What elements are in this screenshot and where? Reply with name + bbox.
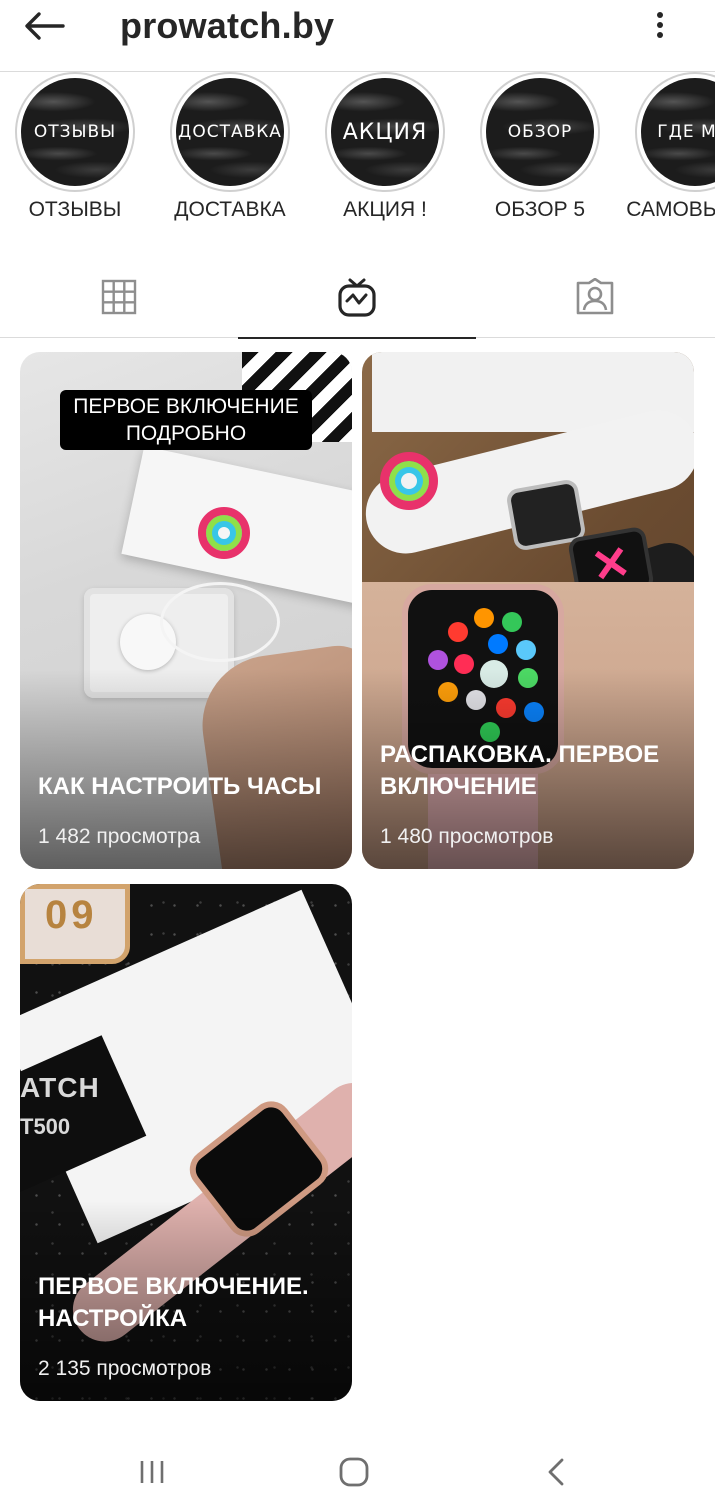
top-bar: prowatch.by (0, 0, 715, 72)
recents-button[interactable] (132, 1454, 172, 1490)
profile-tabs (0, 255, 715, 339)
igtv-video-card[interactable]: ✕ РАСПАКОВКА. ПЕРВОЕ ВКЛЮЧЕНИЕ 1 480 про… (362, 352, 694, 869)
video-title: ПЕРВОЕ ВКЛЮЧЕНИЕ. НАСТРОЙКА (38, 1273, 309, 1332)
highlight-ring: ГДЕ МЫ (635, 72, 715, 192)
system-navigation-bar (0, 1430, 715, 1512)
highlight-ring: АКЦИЯ (325, 72, 445, 192)
highlight-reviews[interactable]: ОТЗЫВЫ ОТЗЫВЫ (0, 72, 150, 232)
highlight-ring: ОТЗЫВЫ (15, 72, 135, 192)
system-back-button[interactable] (536, 1454, 576, 1490)
video-view-count: 1 480 просмотров (380, 825, 554, 848)
highlight-review5[interactable]: ОБЗОР ОБЗОР 5 (465, 72, 615, 232)
tab-tagged[interactable] (476, 255, 714, 338)
igtv-video-card[interactable]: ПЕРВОЕ ВКЛЮЧЕНИЕ ПОДРОБНО КАК НАСТРОИТЬ … (20, 352, 352, 869)
highlight-label: АКЦИЯ ! (343, 198, 427, 221)
highlight-pickup[interactable]: ГДЕ МЫ САМОВЫВОЗ (620, 72, 715, 232)
home-button[interactable] (334, 1454, 374, 1490)
back-button[interactable] (22, 8, 66, 44)
more-vertical-icon (657, 12, 663, 38)
highlight-promo[interactable]: АКЦИЯ АКЦИЯ ! (310, 72, 460, 232)
video-title: КАК НАСТРОИТЬ ЧАСЫ (38, 773, 322, 800)
highlight-ring: ОБЗОР (480, 72, 600, 192)
tagged-icon (576, 277, 614, 314)
arrow-left-icon (25, 12, 65, 40)
video-view-count: 1 482 просмотра (38, 825, 201, 848)
video-caption-tag: ПЕРВОЕ ВКЛЮЧЕНИЕ ПОДРОБНО (60, 390, 312, 450)
highlight-delivery[interactable]: ДОСТАВКА ДОСТАВКА (155, 72, 305, 232)
home-icon (339, 1457, 369, 1487)
highlight-label: ДОСТАВКА (174, 198, 286, 221)
highlight-cover: АКЦИЯ (331, 78, 439, 186)
recents-icon (140, 1461, 164, 1483)
highlight-label: САМОВЫВОЗ (626, 198, 715, 221)
igtv-icon (338, 278, 376, 317)
highlight-cover: ОТЗЫВЫ (21, 78, 129, 186)
highlight-cover: ДОСТАВКА (176, 78, 284, 186)
video-view-count: 2 135 просмотров (38, 1357, 212, 1380)
highlight-label: ОБЗОР 5 (494, 198, 586, 221)
highlight-cover: ОБЗОР (486, 78, 594, 186)
highlight-ring: ДОСТАВКА (170, 72, 290, 192)
back-chevron-icon (548, 1458, 564, 1486)
tab-igtv[interactable] (238, 255, 476, 339)
highlight-cover: ГДЕ МЫ (641, 78, 715, 186)
video-title: РАСПАКОВКА. ПЕРВОЕ ВКЛЮЧЕНИЕ (380, 741, 660, 800)
story-highlights: ОТЗЫВЫ ОТЗЫВЫ ДОСТАВКА ДОСТАВКА АКЦИЯ АК… (0, 72, 715, 242)
highlight-label: ОТЗЫВЫ (28, 198, 122, 221)
more-options-button[interactable] (645, 8, 675, 42)
profile-username: prowatch.by (120, 5, 335, 46)
grid-icon (101, 279, 137, 314)
igtv-video-card[interactable]: ATCH T500 09 ПЕРВОЕ ВКЛЮЧЕНИЕ. НАСТРОЙКА… (20, 884, 352, 1401)
tab-posts-grid[interactable] (0, 255, 238, 338)
